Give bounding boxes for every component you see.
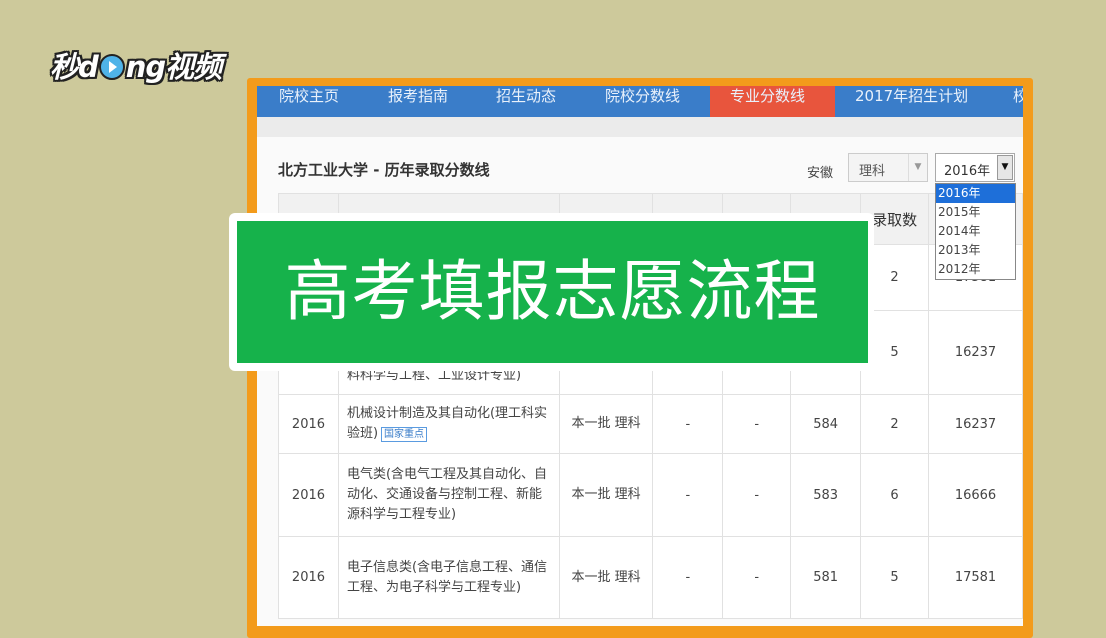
chevron-down-icon[interactable]: ▼ <box>997 155 1013 180</box>
batch-cell: 本一批 理科 <box>558 394 654 454</box>
major-name: 机械设计制造及其自动化(理工科实验班) <box>346 406 548 441</box>
min-cell: - <box>722 453 792 537</box>
key-major-badge: 国家重点 <box>381 427 428 442</box>
table-row: 2016 机械设计制造及其自动化(理工科实验班) 国家重点 本一批 理科 - - … <box>278 394 1023 454</box>
year-cell: 2016 <box>278 394 339 454</box>
subject-select[interactable]: 理科 ▼ <box>848 153 928 182</box>
avg-cell: 581 <box>790 536 862 619</box>
year-select-value: 2016年 <box>944 164 991 179</box>
table-row: 2016 电子信息类(含电子信息工程、通信工程、为电子科学与工程专业) 本一批 … <box>278 536 1023 619</box>
batch-cell: 本一批 理科 <box>558 536 654 619</box>
max-cell: - <box>652 394 724 454</box>
page-title: 北方工业大学 - 历年录取分数线 <box>278 161 490 179</box>
batch-cell: 本一批 理科 <box>558 453 654 537</box>
rank-cell: 17581 <box>928 536 1023 619</box>
province-label: 安徽 <box>807 166 834 181</box>
rank-cell: 16237 <box>928 310 1023 395</box>
title-banner: 高考填报志愿流程 <box>237 221 868 363</box>
nav-item-guide[interactable]: 报考指南 <box>388 86 472 117</box>
avg-cell: 583 <box>790 453 862 537</box>
major-cell: 电子信息类(含电子信息工程、通信工程、为电子科学与工程专业) <box>337 536 560 619</box>
year-option[interactable]: 2016年 <box>936 184 1015 203</box>
year-option[interactable]: 2013年 <box>936 241 1015 260</box>
banner-title: 高考填报志愿流程 <box>284 253 821 330</box>
subject-select-value: 理科 <box>859 164 886 179</box>
nav-item-2017-plan[interactable]: 2017年招生计划 <box>855 86 985 117</box>
count-cell: 5 <box>860 536 930 619</box>
nav-item-major-scores[interactable]: 专业分数线 <box>710 86 835 117</box>
min-cell: - <box>722 536 792 619</box>
nav-subbar <box>257 117 1023 137</box>
year-cell: 2016 <box>278 536 339 619</box>
play-icon <box>98 54 125 80</box>
chevron-down-icon: ▼ <box>908 154 927 181</box>
nav-item-more[interactable]: 校 <box>1013 86 1023 117</box>
max-cell: - <box>652 536 724 619</box>
year-option[interactable]: 2012年 <box>936 260 1015 279</box>
nav-item-school-home[interactable]: 院校主页 <box>279 86 363 117</box>
rank-cell: 16666 <box>928 453 1023 537</box>
brand-watermark-logo: 秒d ng视频 <box>50 50 222 84</box>
year-dropdown-list: 2016年 2015年 2014年 2013年 2012年 <box>935 183 1016 280</box>
major-cell: 机械设计制造及其自动化(理工科实验班) 国家重点 <box>337 394 560 454</box>
year-select[interactable]: 2016年 ▼ <box>935 153 1015 182</box>
min-cell: - <box>722 394 792 454</box>
avg-cell: 584 <box>790 394 862 454</box>
max-cell: - <box>652 453 724 537</box>
nav-item-news[interactable]: 招生动态 <box>496 86 580 117</box>
year-option[interactable]: 2014年 <box>936 222 1015 241</box>
major-cell: 电气类(含电气工程及其自动化、自动化、交通设备与控制工程、新能源科学与工程专业) <box>337 453 560 537</box>
rank-cell: 16237 <box>928 394 1023 454</box>
year-cell: 2016 <box>278 453 339 537</box>
count-cell: 6 <box>860 453 930 537</box>
top-navigation: 院校主页 报考指南 招生动态 院校分数线 专业分数线 2017年招生计划 校 <box>257 86 1023 117</box>
nav-item-school-scores[interactable]: 院校分数线 <box>605 86 705 117</box>
year-option[interactable]: 2015年 <box>936 203 1015 222</box>
table-row: 2016 电气类(含电气工程及其自动化、自动化、交通设备与控制工程、新能源科学与… <box>278 453 1023 537</box>
count-cell: 2 <box>860 394 930 454</box>
